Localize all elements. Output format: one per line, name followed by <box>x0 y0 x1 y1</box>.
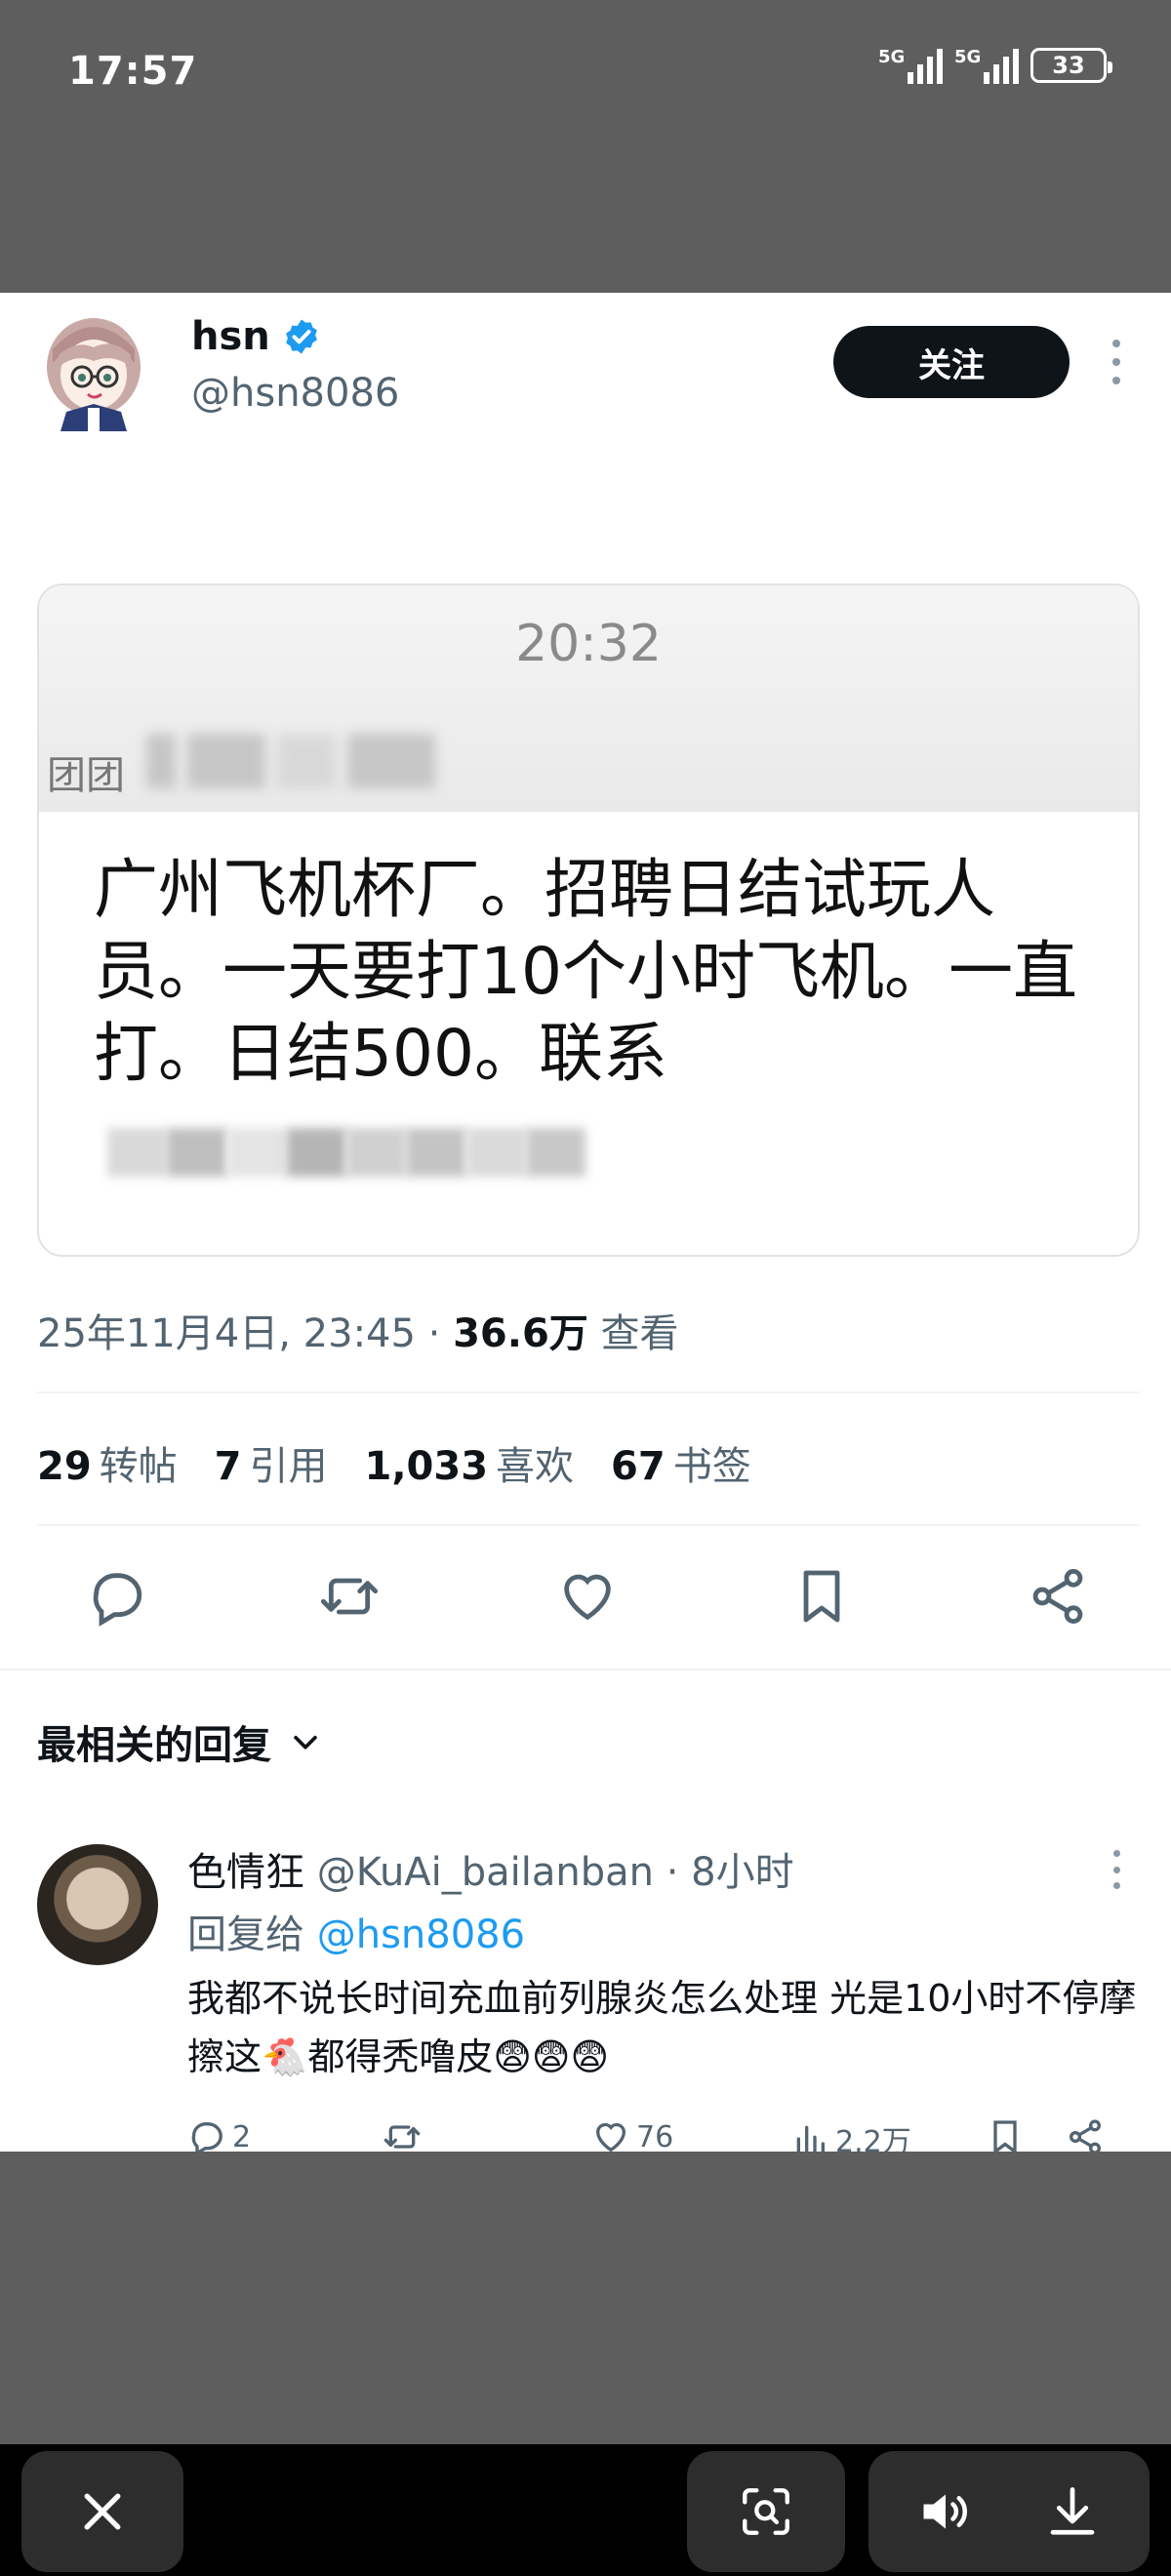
battery-level: 33 <box>1052 52 1085 79</box>
blurred-name <box>146 734 435 788</box>
share-icon[interactable] <box>1027 1565 1089 1628</box>
signal-2-label: 5G <box>954 47 982 67</box>
share-icon <box>1070 2119 1101 2154</box>
battery-icon: 33 <box>1030 48 1112 83</box>
reply-more-options-icon[interactable] <box>1107 1850 1126 1889</box>
reply-icon[interactable] <box>86 1565 148 1628</box>
media-controls <box>868 2451 1150 2572</box>
lens-search-icon <box>743 2488 789 2535</box>
post-datetime: 25年11月4日, 23:45 · <box>37 1311 454 1356</box>
signal-1-label: 5G <box>878 47 906 67</box>
image-sender-name: 团团 <box>47 753 125 798</box>
reply-icon <box>191 2122 222 2156</box>
heart-icon[interactable] <box>556 1565 619 1628</box>
reply-repost-button[interactable] <box>383 2117 422 2156</box>
bookmark-icon[interactable] <box>790 1565 853 1628</box>
heart-icon <box>595 2122 626 2153</box>
reply-handle-time: @KuAi_bailanban · 8小时 <box>304 1850 794 1895</box>
blurred-contact <box>107 1128 586 1177</box>
divider <box>37 1391 1140 1393</box>
divider <box>0 1669 1171 1670</box>
reply-bookmark-button[interactable] <box>986 2117 1025 2156</box>
verified-badge-icon <box>285 319 317 354</box>
bookmarks-stat[interactable]: 67 书签 <box>611 1434 751 1491</box>
status-time: 17:57 <box>68 49 198 94</box>
reply-to-handle[interactable]: @hsn8086 <box>317 1912 525 1957</box>
reply-actions: 2 76 2.2万 <box>187 2117 1144 2159</box>
signal-1-icon: 5G <box>878 47 943 84</box>
author-name[interactable]: hsn <box>191 314 321 359</box>
download-icon[interactable] <box>1043 2482 1102 2541</box>
reply-share-button[interactable] <box>1066 2117 1105 2156</box>
post-meta: 25年11月4日, 23:45 · 36.6万 查看 <box>37 1302 679 1358</box>
reply-to-line: 回复给 @hsn8086 <box>187 1903 525 1959</box>
author-display-name: hsn <box>191 314 270 359</box>
repost-icon <box>384 2125 421 2149</box>
status-indicators: 5G 5G 33 <box>878 47 1112 84</box>
bookmark-icon <box>993 2120 1017 2155</box>
views-label: 查看 <box>587 1311 679 1356</box>
reply-like-button[interactable]: 76 <box>591 2117 673 2156</box>
reply-reply-button[interactable]: 2 <box>187 2117 251 2156</box>
follow-button[interactable]: 关注 <box>833 326 1070 398</box>
image-message-text: 广州飞机杯厂。招聘日结试玩人员。一天要打10个小时飞机。一直打。日结500。联系 <box>94 852 1077 1091</box>
reply-header: 色情狂 @KuAi_bailanban · 8小时 <box>187 1840 794 1897</box>
signal-2-icon: 5G <box>954 47 1019 84</box>
author-avatar[interactable] <box>37 310 150 431</box>
reply-sort-dropdown[interactable]: 最相关的回复 <box>37 1713 322 1770</box>
close-button[interactable] <box>21 2451 183 2572</box>
more-options-icon[interactable] <box>1107 340 1126 384</box>
post-stats: 29 转帖 7 引用 1,033 喜欢 67 书签 <box>37 1434 751 1491</box>
close-icon <box>84 2493 121 2530</box>
reply-text: 我都不说长时间充血前列腺炎怎么处理 光是10小时不停摩擦这🐔都得秃噜皮😨😨😨 <box>187 1977 1137 2078</box>
likes-stat[interactable]: 1,033 喜欢 <box>365 1434 575 1491</box>
reply-sort-label: 最相关的回复 <box>37 1723 271 1768</box>
reply-to-prefix: 回复给 <box>187 1912 317 1957</box>
status-bar: 17:57 5G 5G 33 <box>0 0 1171 293</box>
speaker-icon[interactable] <box>916 2482 975 2541</box>
reply-author-name[interactable]: 色情狂 <box>187 1850 304 1895</box>
quotes-stat[interactable]: 7 引用 <box>215 1434 328 1491</box>
reply-avatar[interactable] <box>37 1844 158 1965</box>
repost-icon[interactable] <box>318 1565 381 1628</box>
reposts-stat[interactable]: 29 转帖 <box>37 1434 178 1491</box>
post-actions <box>0 1551 1171 1639</box>
reply-replies-count: 2 <box>232 2119 252 2154</box>
views-count: 36.6万 <box>453 1311 588 1356</box>
author-handle[interactable]: @hsn8086 <box>191 371 399 416</box>
chevron-down-icon <box>294 1735 317 1750</box>
post-image[interactable]: 20:32 团团 广州飞机杯厂。招聘日结试玩人员。一天要打10个小时飞机。一直打… <box>37 584 1140 1257</box>
image-message-time: 20:32 <box>515 615 662 673</box>
lens-search-button[interactable] <box>687 2451 845 2572</box>
reply-likes-count: 76 <box>636 2119 674 2154</box>
divider <box>37 1524 1140 1526</box>
